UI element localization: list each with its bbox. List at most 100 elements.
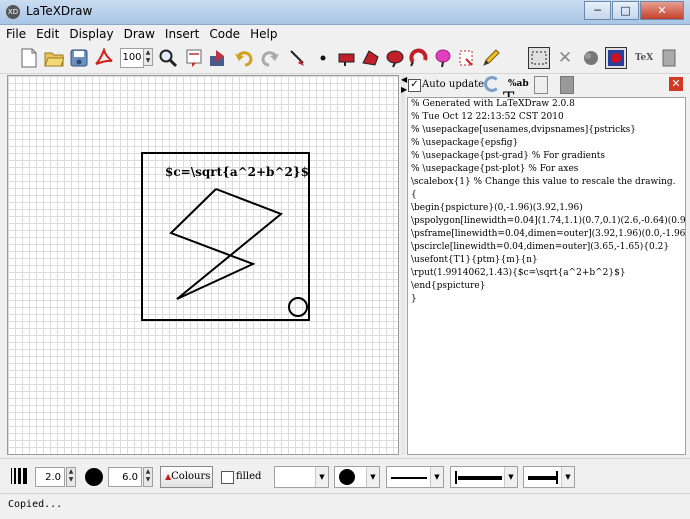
fill-style-combo[interactable]: ▼: [274, 466, 329, 488]
code-line: % Generated with LaTeXDraw 2.0.8: [411, 99, 575, 109]
filled-label: filled: [236, 471, 262, 482]
code-line: \rput(1.9914062,1.43){$c=\sqrt{a^2+b^2}$…: [411, 268, 626, 278]
code-line: \pscircle[linewidth=0.04,dimen=outer](3.…: [411, 242, 670, 252]
zoom-spinner[interactable]: ▲ ▼: [143, 48, 153, 66]
code-line: % Tue Oct 12 22:13:52 CST 2010: [411, 112, 564, 122]
pencil-icon[interactable]: [480, 47, 502, 69]
open-icon[interactable]: [43, 47, 65, 69]
pdf-export-icon[interactable]: [93, 47, 115, 69]
gradient-icon[interactable]: [580, 47, 602, 69]
menu-display[interactable]: Display: [63, 25, 117, 43]
dropdown-arrow-icon: ▼: [315, 467, 328, 487]
arrow-left-combo[interactable]: ▼: [450, 466, 518, 488]
code-line: \psframe[linewidth=0.04,dimen=outer](3.9…: [411, 229, 686, 239]
arrow-left-bar-icon: [455, 471, 457, 484]
menu-help[interactable]: Help: [244, 25, 281, 43]
line-thickness-field[interactable]: 2.0: [35, 467, 65, 487]
dropdown-arrow-icon: ▼: [504, 467, 517, 487]
arc-icon[interactable]: [432, 47, 454, 69]
close-window-button[interactable]: ✕: [640, 1, 684, 20]
canvas-drawing: [141, 152, 310, 321]
bezier-icon[interactable]: [384, 47, 406, 69]
maximize-button[interactable]: □: [612, 1, 639, 20]
code-line: % \usepackage{epsfig}: [411, 138, 519, 148]
code-line: }: [411, 294, 417, 304]
dropdown-arrow-icon: ▼: [561, 467, 574, 487]
save-icon[interactable]: [68, 47, 90, 69]
zoom-icon[interactable]: [157, 47, 179, 69]
window-controls: ─ □ ✕: [583, 1, 684, 20]
auto-update-checkbox[interactable]: ✓: [408, 79, 421, 92]
dot-size-spinner[interactable]: ▲ ▼: [143, 467, 153, 487]
delete-icon[interactable]: ✕: [554, 47, 576, 69]
zoom-field[interactable]: 100: [120, 48, 144, 68]
dot-icon[interactable]: [312, 47, 334, 69]
dot-style-combo[interactable]: ▼: [334, 466, 380, 488]
line-thickness-spinner[interactable]: ▲ ▼: [66, 467, 76, 487]
status-bar: Copied...: [0, 493, 690, 519]
menu-bar: File Edit Display Draw Insert Code Help: [0, 25, 690, 43]
magnetic-grid-icon[interactable]: [605, 47, 627, 69]
polygon-shape: [169, 188, 283, 300]
code-panel-header: ✓ Auto update %ab ✕: [406, 75, 686, 97]
circle-icon[interactable]: [408, 47, 430, 69]
trash-icon[interactable]: [658, 47, 680, 69]
line-icon[interactable]: [336, 47, 358, 69]
line-style-icon: [391, 477, 427, 479]
select-icon[interactable]: [528, 47, 550, 69]
window-title: LaTeXDraw: [26, 4, 93, 18]
dot-size-icon: [85, 468, 103, 486]
dot-style-icon: [339, 469, 355, 485]
title-bar: XD LaTeXDraw ─ □ ✕: [0, 0, 690, 25]
menu-draw[interactable]: Draw: [118, 25, 159, 43]
refresh-icon[interactable]: [484, 76, 500, 92]
code-line: \end{pspicture}: [411, 281, 486, 291]
format-label[interactable]: %ab: [508, 79, 529, 89]
polygon-icon[interactable]: [360, 47, 382, 69]
minimize-button[interactable]: ─: [584, 1, 611, 20]
line-style-combo[interactable]: ▼: [386, 466, 444, 488]
undo-icon[interactable]: [233, 47, 255, 69]
arrow-right-line-icon: [528, 476, 556, 480]
app-icon: XD: [6, 5, 20, 19]
circle-shape: [288, 297, 308, 317]
code-line: % \usepackage{pst-grad} % For gradients: [411, 151, 605, 161]
code-line: % \usepackage{pst-plot} % For axes: [411, 164, 579, 174]
dropdown-arrow-icon: ▼: [366, 467, 379, 487]
main-toolbar: 100 ▲▼ T ✕: [0, 43, 690, 109]
colours-label: Colours: [171, 471, 211, 482]
freehand-icon[interactable]: [456, 47, 478, 69]
panel-splitter[interactable]: ◀ ▶: [401, 75, 407, 455]
drawing-canvas[interactable]: $c=\sqrt{a^2+b^2}$: [7, 75, 399, 455]
code-line: \scalebox{1} % Change this value to resc…: [411, 177, 676, 187]
menu-code[interactable]: Code: [203, 25, 244, 43]
code-line: \pspolygon[linewidth=0.04](1.74,1.1)(0.7…: [411, 216, 686, 226]
status-text: Copied...: [8, 499, 63, 510]
menu-insert[interactable]: Insert: [159, 25, 203, 43]
paste-icon[interactable]: [560, 76, 574, 94]
code-line: {: [411, 190, 417, 200]
copy-icon[interactable]: [534, 76, 548, 94]
line-thickness-icon: [10, 467, 28, 488]
arrow-left-line-icon: [458, 476, 502, 480]
code-line: \begin{pspicture}(0,-1.96)(3.92,1.96): [411, 203, 583, 213]
dot-size-field[interactable]: 6.0: [108, 467, 142, 487]
print-icon[interactable]: [183, 47, 205, 69]
menu-edit[interactable]: Edit: [30, 25, 63, 43]
arrow-right-bar-icon: [556, 471, 558, 484]
formula-text[interactable]: $c=\sqrt{a^2+b^2}$: [165, 165, 309, 179]
arrow-right-combo[interactable]: ▼: [523, 466, 575, 488]
code-line: % \usepackage[usenames,dvipsnames]{pstri…: [411, 125, 637, 135]
pointer-icon[interactable]: [287, 47, 309, 69]
menu-file[interactable]: File: [0, 25, 30, 43]
tex-icon[interactable]: TeX: [633, 47, 655, 69]
redo-icon[interactable]: [259, 47, 281, 69]
export-icon[interactable]: [207, 47, 229, 69]
close-code-panel-icon[interactable]: ✕: [669, 77, 683, 91]
properties-toolbar: 2.0 ▲ ▼ 6.0 ▲ ▼ ▲Colours filled ▼ ▼ ▼ ▼ ▼: [0, 458, 690, 493]
colours-button[interactable]: ▲Colours: [160, 466, 213, 488]
dropdown-arrow-icon: ▼: [430, 467, 443, 487]
filled-checkbox[interactable]: [221, 471, 234, 484]
new-icon[interactable]: [18, 47, 40, 69]
code-text-area[interactable]: % Generated with LaTeXDraw 2.0.8 % Tue O…: [407, 97, 686, 455]
